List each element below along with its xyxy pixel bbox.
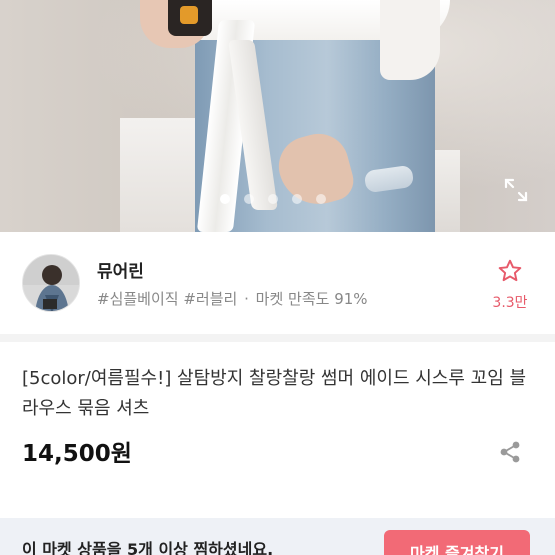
star-icon (497, 259, 523, 288)
shop-info[interactable]: 뮤어린 #심플베이직 #러블리 · 마켓 만족도 91% 3.3만 (0, 232, 555, 334)
favorite-market-banner: 이 마켓 상품을 5개 이상 찜하셨네요. 마켓 즐겨찾기 (0, 518, 555, 555)
carousel-indicator (220, 194, 326, 204)
shop-tag[interactable]: #러블리 (183, 290, 237, 308)
expand-icon[interactable] (502, 176, 530, 204)
carousel-dot[interactable] (244, 194, 254, 204)
product-image[interactable] (0, 0, 555, 232)
photo-phone-sticker (180, 6, 198, 24)
carousel-dot[interactable] (220, 194, 230, 204)
photo-shirt-sleeve (380, 0, 440, 80)
carousel-dot[interactable] (316, 194, 326, 204)
avatar[interactable] (22, 254, 80, 312)
carousel-dot[interactable] (268, 194, 278, 204)
favorite-button[interactable]: 3.3만 (488, 258, 532, 312)
product-title: [5color/여름필수!] 살탐방지 찰랑찰랑 썸머 에이드 시스루 꼬임 블… (22, 368, 527, 419)
shop-name[interactable]: 뮤어린 (97, 257, 144, 282)
meta-separator: · (244, 290, 249, 308)
product-price: 14,500원 (22, 441, 132, 467)
share-icon[interactable] (496, 438, 524, 466)
section-divider (0, 334, 555, 342)
photo-stool-left (120, 118, 200, 232)
shop-tag[interactable]: #심플베이직 (97, 290, 179, 308)
banner-message: 이 마켓 상품을 5개 이상 찜하셨네요. (22, 540, 274, 555)
shop-meta: #심플베이직 #러블리 · 마켓 만족도 91% (97, 288, 368, 309)
favorite-count: 3.3만 (492, 295, 528, 311)
carousel-dot[interactable] (292, 194, 302, 204)
add-market-favorite-button[interactable]: 마켓 즐겨찾기 (384, 530, 530, 555)
shop-satisfaction: 마켓 만족도 91% (255, 290, 368, 308)
